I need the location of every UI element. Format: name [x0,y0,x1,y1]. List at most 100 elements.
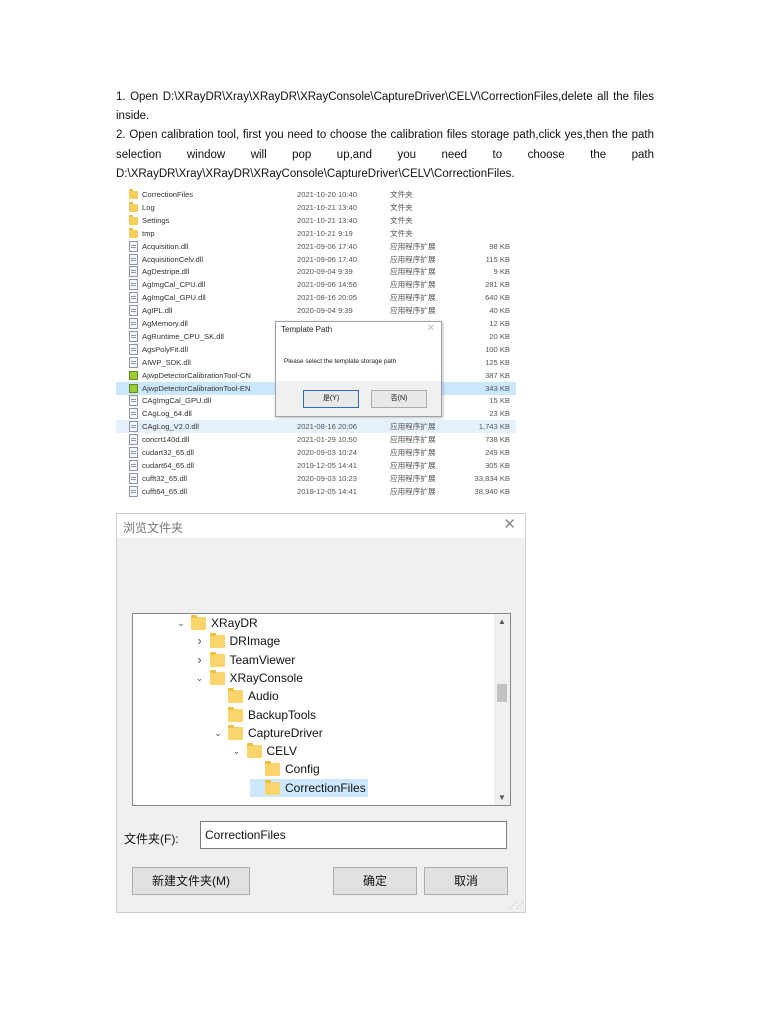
tree-item-label: XRayConsole [229,670,303,685]
file-date: 2019-12-05 14:41 [297,486,357,496]
tree-item[interactable]: › TeamViewer [195,651,395,669]
file-size: 9 KB [493,267,510,277]
file-type: 应用程序扩展 [390,486,436,496]
file-row[interactable]: Acquisition.dll 2021-09-06 17:40 应用程序扩展 98 … [116,240,516,253]
file-name: AjwpDetectorCalibrationTool-EN [142,383,251,393]
file-name: AgIPL.dll [142,306,173,316]
tree-item[interactable]: BackupTools [213,706,413,724]
file-date: 2021-01-29 10:50 [297,435,357,445]
file-date: 2021-08-16 20:06 [297,422,357,432]
tree-item[interactable]: Audio [213,687,413,705]
file-type: 文件夹 [390,202,413,212]
file-row[interactable]: cufft32_65.dll 2020-09-03 10:23 应用程序扩展 33,8… [116,472,516,485]
file-row[interactable]: CorrectionFiles 2021-10-20 10:40 文件夹 [116,188,516,201]
new-folder-button[interactable]: 新建文件夹(M) [132,867,250,895]
tree-item[interactable]: Config [250,760,450,778]
file-size: 15 KB [489,396,510,406]
close-icon[interactable]: ✕ [503,515,516,533]
file-name: AcquisitionCelv.dll [142,254,204,264]
file-type: 应用程序扩展 [390,241,436,251]
file-type: 应用程序扩展 [390,460,436,470]
chevron-down-icon[interactable]: ⌄ [232,742,242,760]
dll-icon [129,459,138,471]
dll-icon [129,279,138,291]
dll-icon [129,305,138,317]
folder-icon [228,706,243,722]
yes-button[interactable]: 是(Y) [303,390,359,408]
folder-icon [129,227,138,238]
file-size: 23 KB [489,409,510,419]
file-name: AgsPolyFit.dll [142,344,189,354]
tree-item[interactable]: ⌄ CaptureDriver [213,724,413,742]
file-row[interactable]: AgImgCal_GPU.dll 2021-08-16 20:05 应用程序扩展 64… [116,291,516,304]
file-size: 33,834 KB [474,473,510,483]
tree-item-label: Audio [248,689,279,704]
file-row[interactable]: cufft64_65.dll 2019-12-05 14:41 应用程序扩展 38,9… [116,485,516,498]
file-row[interactable]: AgImgCal_CPU.dll 2021-09-06 14:56 应用程序扩展 28… [116,278,516,291]
no-button[interactable]: 否(N) [371,390,427,408]
folder-icon [129,189,138,199]
file-row[interactable]: Log 2021-10-21 13:40 文件夹 [116,201,516,214]
file-type: 应用程序扩展 [390,422,436,432]
file-row[interactable]: concrt140d.dll 2021-01-29 10:50 应用程序扩展 738 … [116,433,516,446]
file-size: 100 KB [485,344,510,354]
scroll-down-icon[interactable]: ▼ [498,793,506,802]
dialog-titlebar: Template Path ✕ [276,322,441,339]
file-date: 2021-10-21 9:19 [297,228,353,238]
tree-item[interactable]: › DRImage [195,632,395,650]
dll-icon [129,330,138,342]
close-icon[interactable]: ✕ [427,323,435,334]
file-date: 2020-09-04 9:39 [297,306,353,316]
file-name: AIWP_SDK.dll [142,357,191,367]
chevron-down-icon[interactable]: ⌄ [176,614,186,632]
tree-item[interactable]: CorrectionFiles [250,778,368,797]
vertical-scrollbar[interactable]: ▲ ▼ [494,614,510,805]
dll-icon [129,266,138,278]
tree-item-label: Config [285,762,320,777]
file-type: 文件夹 [390,215,413,225]
chevron-right-icon[interactable]: › [195,651,205,669]
file-name: AjwpDetectorCalibrationTool-CN [142,370,251,380]
file-name: Settings [142,215,170,225]
chevron-down-icon[interactable]: ⌄ [213,724,223,742]
scroll-up-icon[interactable]: ▲ [498,617,506,626]
file-row[interactable]: AgIPL.dll 2020-09-04 9:39 应用程序扩展 40 KB [116,304,516,317]
file-name: CAgImgCal_GPU.dll [142,396,212,406]
file-date: 2021-09-06 17:40 [297,254,357,264]
app-icon [129,370,138,380]
tree-item[interactable]: ⌄ XRayConsole [195,669,395,687]
folder-tree[interactable]: ⌄ XRayDR › DRImage › TeamViewer ⌄ XRayConsole Au… [132,613,511,806]
file-name: cufft32_65.dll [142,473,188,483]
folder-icon [129,201,138,212]
file-row[interactable]: cudart32_65.dll 2020-09-03 10:24 应用程序扩展 249… [116,446,516,459]
dll-icon [129,408,138,420]
file-row[interactable]: tmp 2021-10-21 9:19 文件夹 [116,227,516,240]
cancel-button[interactable]: 取消 [424,867,508,895]
dialog-title: 浏览文件夹 [123,521,184,535]
file-date: 2021-09-06 14:56 [297,280,357,290]
file-date: 2019-12-05 14:41 [297,460,357,470]
file-row[interactable]: Settings 2021-10-21 13:40 文件夹 [116,214,516,227]
tree-item[interactable]: ⌄ CELV [232,742,432,760]
resize-grip-icon[interactable]: ⋰⋰ [509,901,524,910]
file-size: 387 KB [485,370,510,380]
file-date: 2020-09-03 10:23 [297,473,357,483]
file-date: 2021-10-21 13:40 [297,215,357,225]
scrollbar-thumb[interactable] [497,684,507,702]
ok-button[interactable]: 确定 [333,867,417,895]
folder-icon [265,761,280,777]
file-row[interactable]: AcquisitionCelv.dll 2021-09-06 17:40 应用程序扩… [116,253,516,266]
file-row[interactable]: CAgLog_V2.0.dll 2021-08-16 20:06 应用程序扩展 1,7… [116,420,516,434]
instructions: 1. Open D:\XRayDR\Xray\XRayDR\XRayConsol… [116,88,654,184]
tree-item[interactable]: ⌄ XRayDR [176,614,376,632]
folder-icon [246,743,262,759]
chevron-right-icon[interactable]: › [195,632,205,650]
file-size: 20 KB [489,331,510,341]
dll-icon [129,253,138,265]
file-row[interactable]: cudart64_65.dll 2019-12-05 14:41 应用程序扩展 305… [116,459,516,472]
file-row[interactable]: AgDestripe.dll 2020-09-04 9:39 应用程序扩展 9 KB [116,265,516,278]
chevron-down-icon[interactable]: ⌄ [195,669,205,687]
folder-name-input[interactable] [200,821,507,849]
folder-icon [228,724,243,740]
folder-icon [191,615,206,630]
